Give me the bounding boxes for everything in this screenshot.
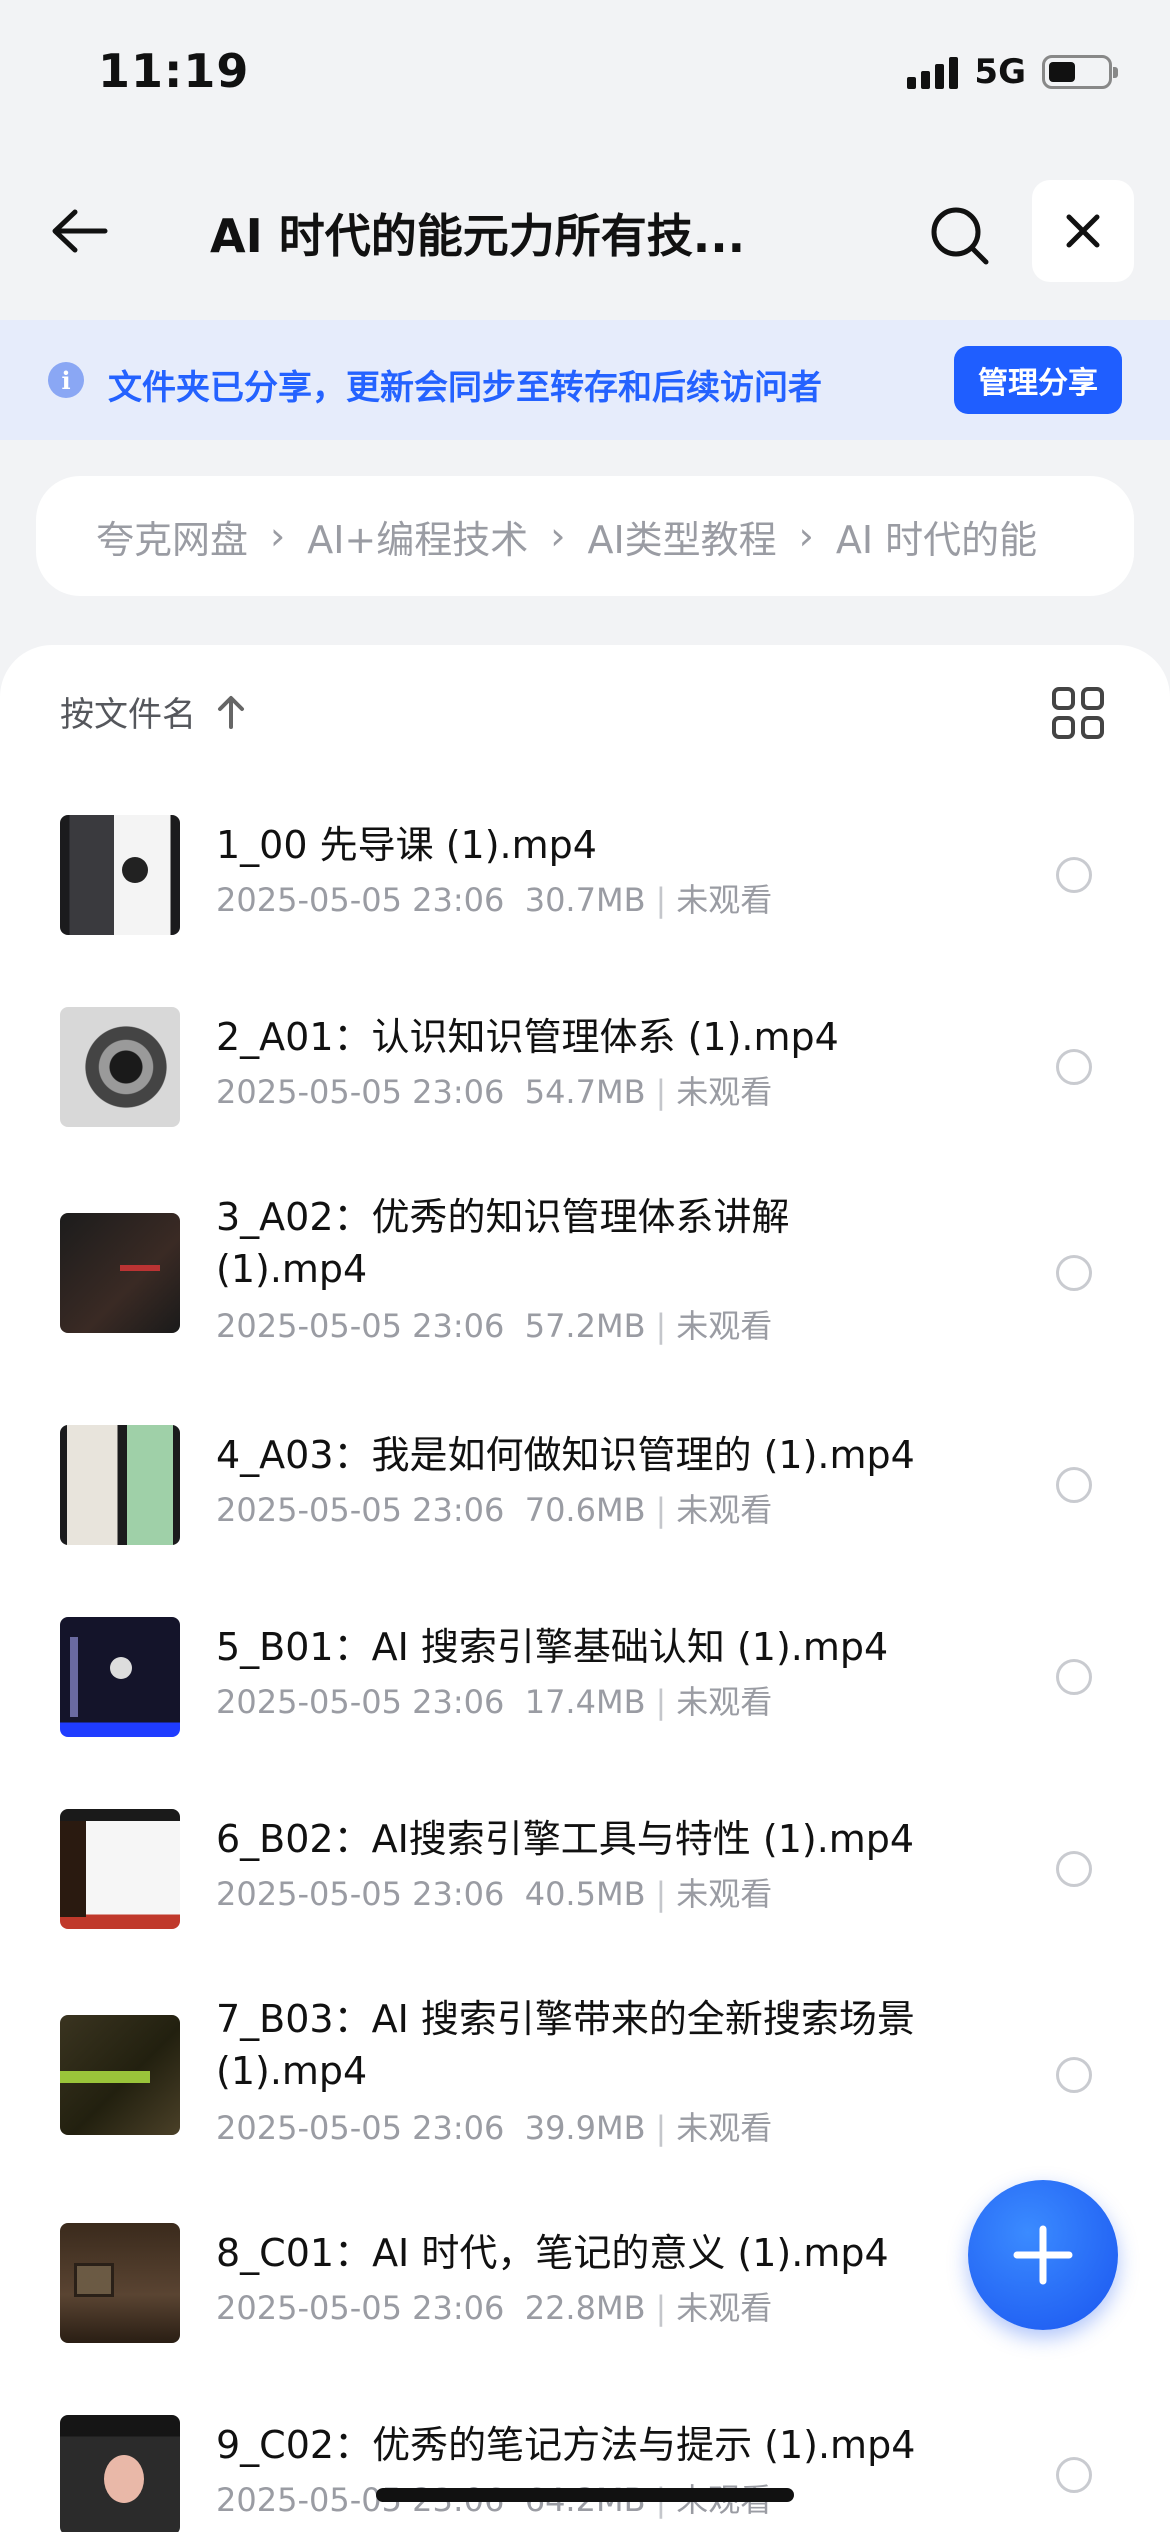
info-icon: i <box>48 362 84 398</box>
video-thumbnail <box>60 2415 180 2532</box>
list-item[interactable]: 6_B02：AI搜索引擎工具与特性 (1).mp4 2025-05-05 23:… <box>0 1809 1170 1999</box>
list-item[interactable]: 2_A01：认识知识管理体系 (1).mp4 2025-05-05 23:06 … <box>0 1007 1170 1197</box>
file-name: 1_00 先导课 (1).mp4 <box>216 823 597 867</box>
file-meta: 2025-05-05 23:06 22.8MB | 未观看 <box>216 2289 773 2327</box>
sort-control[interactable]: 按文件名 <box>60 687 246 736</box>
select-radio[interactable] <box>1056 1049 1092 1085</box>
video-thumbnail <box>60 1213 180 1333</box>
file-size: 54.7MB <box>524 1073 646 1111</box>
file-size: 39.9MB <box>524 2109 646 2147</box>
file-size: 17.4MB <box>524 1683 646 1721</box>
file-date: 2025-05-05 23:06 <box>216 1683 505 1721</box>
video-thumbnail <box>60 1007 180 1127</box>
nav-bar: AI 时代的能元力所有技... <box>0 170 1170 290</box>
share-banner-text: 文件夹已分享，更新会同步至转存和后续访问者 <box>108 368 822 408</box>
file-date: 2025-05-05 23:06 <box>216 2289 505 2327</box>
file-size: 70.6MB <box>524 1491 646 1529</box>
file-size: 40.5MB <box>524 1875 646 1913</box>
video-thumbnail <box>60 1809 180 1929</box>
plus-icon <box>1013 2225 1073 2285</box>
file-name: 8_C01：AI 时代，笔记的意义 (1).mp4 <box>216 2231 889 2275</box>
file-name: 4_A03：我是如何做知识管理的 (1).mp4 <box>216 1433 915 1477</box>
back-button[interactable] <box>44 196 114 266</box>
watch-status: 未观看 <box>676 1073 773 1111</box>
breadcrumb-item[interactable]: AI类型教程 <box>587 509 776 564</box>
list-item[interactable]: 4_A03：我是如何做知识管理的 (1).mp4 2025-05-05 23:0… <box>0 1425 1170 1615</box>
file-meta: 2025-05-05 23:06 70.6MB | 未观看 <box>216 1491 773 1529</box>
watch-status: 未观看 <box>676 1875 773 1913</box>
breadcrumb-item[interactable]: AI+编程技术 <box>307 509 528 564</box>
file-name: 6_B02：AI搜索引擎工具与特性 (1).mp4 <box>216 1817 915 1861</box>
video-thumbnail <box>60 1425 180 1545</box>
select-radio[interactable] <box>1056 2457 1092 2493</box>
video-thumbnail <box>60 2015 180 2135</box>
file-meta: 2025-05-05 23:06 30.7MB | 未观看 <box>216 881 773 919</box>
file-meta: 2025-05-05 23:06 17.4MB | 未观看 <box>216 1683 773 1721</box>
status-time: 11:19 <box>98 44 250 98</box>
list-item[interactable]: 3_A02：优秀的知识管理体系讲解 (1).mp4 2025-05-05 23:… <box>0 1195 1170 1429</box>
add-button[interactable] <box>968 2180 1118 2330</box>
file-size: 57.2MB <box>524 1307 646 1345</box>
watch-status: 未观看 <box>676 881 773 919</box>
file-name: 9_C02：优秀的笔记方法与提示 (1).mp4 <box>216 2423 916 2467</box>
signal-icon <box>907 55 959 89</box>
file-date: 2025-05-05 23:06 <box>216 1875 505 1913</box>
file-name: 2_A01：认识知识管理体系 (1).mp4 <box>216 1015 839 1059</box>
watch-status: 未观看 <box>676 1683 773 1721</box>
file-date: 2025-05-05 23:06 <box>216 1491 505 1529</box>
select-radio[interactable] <box>1056 1659 1092 1695</box>
watch-status: 未观看 <box>676 1491 773 1529</box>
file-size: 30.7MB <box>524 881 646 919</box>
file-date: 2025-05-05 23:06 <box>216 1073 505 1111</box>
select-radio[interactable] <box>1056 1467 1092 1503</box>
breadcrumb: 夸克网盘 › AI+编程技术 › AI类型教程 › AI 时代的能 <box>36 476 1134 596</box>
file-meta: 2025-05-05 23:06 54.7MB | 未观看 <box>216 1073 773 1111</box>
status-indicators: 5G <box>907 52 1118 92</box>
list-item[interactable]: 9_C02：优秀的笔记方法与提示 (1).mp4 2025-05-05 23:0… <box>0 2415 1170 2532</box>
select-radio[interactable] <box>1056 2057 1092 2093</box>
close-button[interactable] <box>1032 180 1134 282</box>
share-banner: i 文件夹已分享，更新会同步至转存和后续访问者 管理分享 <box>0 320 1170 440</box>
file-meta: 2025-05-05 23:06 39.9MB | 未观看 <box>216 2109 773 2147</box>
file-date: 2025-05-05 23:06 <box>216 881 505 919</box>
watch-status: 未观看 <box>676 2109 773 2147</box>
page-title: AI 时代的能元力所有技... <box>210 209 746 263</box>
video-thumbnail <box>60 1617 180 1737</box>
network-label: 5G <box>974 52 1026 92</box>
manage-share-button[interactable]: 管理分享 <box>954 346 1122 414</box>
arrow-up-icon <box>218 695 244 729</box>
select-radio[interactable] <box>1056 1851 1092 1887</box>
search-button[interactable] <box>920 196 1000 276</box>
watch-status: 未观看 <box>676 2289 773 2327</box>
chevron-right-icon: › <box>550 514 566 558</box>
home-indicator <box>376 2488 794 2502</box>
select-radio[interactable] <box>1056 1255 1092 1291</box>
file-size: 22.8MB <box>524 2289 646 2327</box>
file-name: 5_B01：AI 搜索引擎基础认知 (1).mp4 <box>216 1625 889 1669</box>
select-radio[interactable] <box>1056 857 1092 893</box>
list-item[interactable]: 5_B01：AI 搜索引擎基础认知 (1).mp4 2025-05-05 23:… <box>0 1617 1170 1807</box>
close-icon <box>1066 214 1100 248</box>
sort-label: 按文件名 <box>60 695 196 735</box>
file-date: 2025-05-05 23:06 <box>216 2109 505 2147</box>
file-date: 2025-05-05 23:06 <box>216 1307 505 1345</box>
grid-view-icon[interactable] <box>1052 687 1104 739</box>
file-meta: 2025-05-05 23:06 40.5MB | 未观看 <box>216 1875 773 1913</box>
video-thumbnail <box>60 815 180 935</box>
list-item[interactable]: 1_00 先导课 (1).mp4 2025-05-05 23:06 30.7MB… <box>0 815 1170 1005</box>
arrow-left-icon <box>52 209 108 253</box>
chevron-right-icon: › <box>270 514 286 558</box>
file-meta: 2025-05-05 23:06 57.2MB | 未观看 <box>216 1307 773 1345</box>
battery-icon <box>1042 55 1118 89</box>
file-name: 7_B03：AI 搜索引擎带来的全新搜索场景 (1).mp4 <box>216 1997 915 2093</box>
chevron-right-icon: › <box>798 514 814 558</box>
search-icon <box>931 207 989 265</box>
video-thumbnail <box>60 2223 180 2343</box>
watch-status: 未观看 <box>676 1307 773 1345</box>
status-bar: 11:19 5G <box>0 0 1170 150</box>
file-name: 3_A02：优秀的知识管理体系讲解 (1).mp4 <box>216 1195 790 1291</box>
breadcrumb-item-current[interactable]: AI 时代的能 <box>836 509 1037 564</box>
breadcrumb-item-root[interactable]: 夸克网盘 <box>96 509 248 564</box>
